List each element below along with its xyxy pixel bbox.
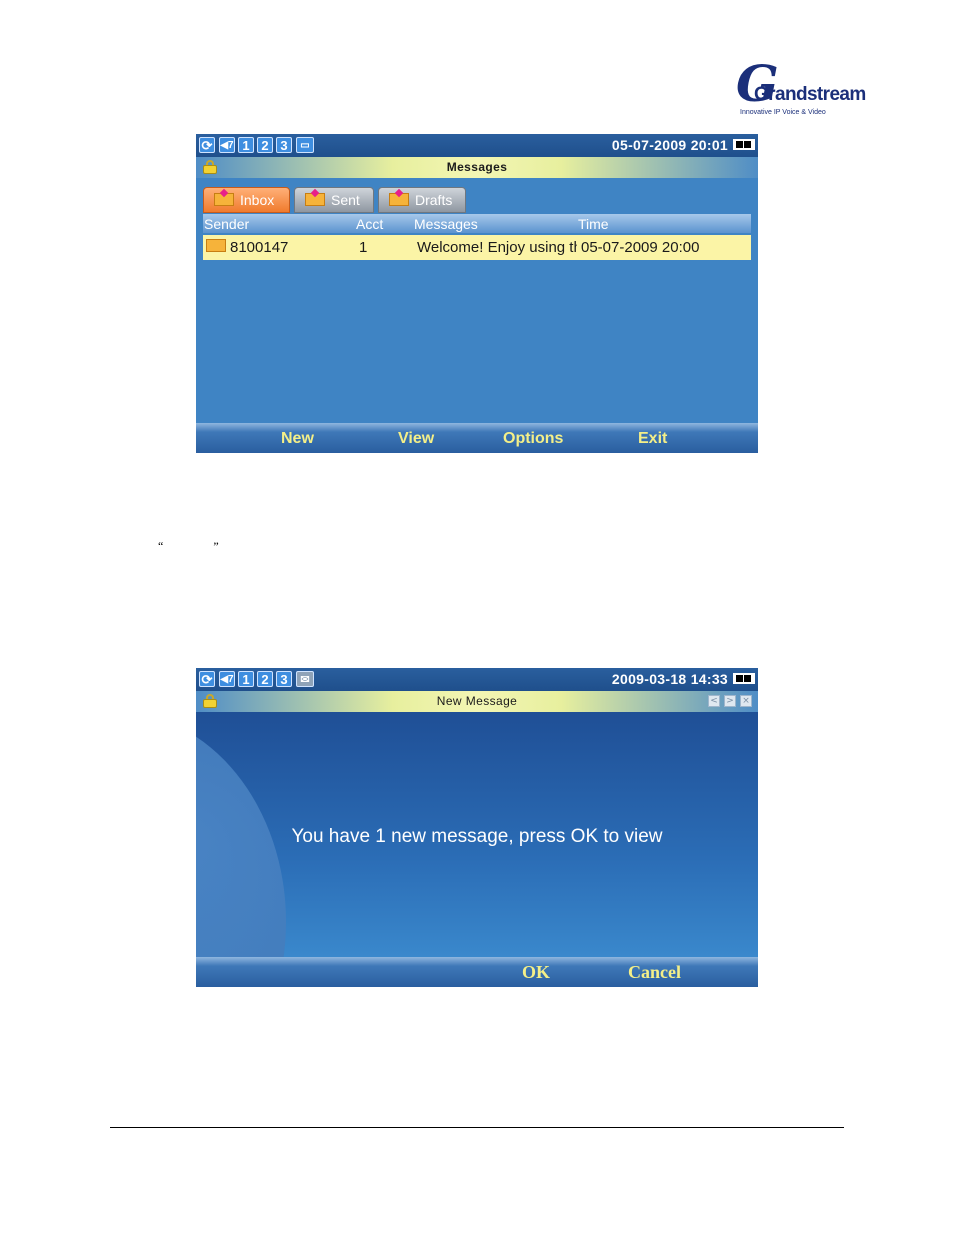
sent-envelope-icon bbox=[305, 193, 325, 206]
refresh-icon: ⟳ bbox=[199, 137, 215, 153]
status-datetime: 2009-03-18 14:33 bbox=[611, 671, 728, 687]
status-datetime: 05-07-2009 20:01 bbox=[611, 137, 728, 153]
softkey-exit[interactable]: Exit bbox=[638, 430, 667, 448]
softkey-cancel[interactable]: Cancel bbox=[628, 962, 681, 983]
account-2-icon[interactable]: 2 bbox=[257, 137, 273, 153]
volume-icon: ◀7 bbox=[219, 671, 235, 687]
softkey-options[interactable]: Options bbox=[503, 430, 563, 448]
title-bar: Messages bbox=[196, 157, 758, 178]
folder-icon: ▭ bbox=[296, 137, 314, 153]
status-bar: ⟳ ◀7 1 2 3 ▭ 05-07-2009 20:01 bbox=[196, 134, 758, 157]
tab-drafts[interactable]: Drafts bbox=[378, 187, 466, 213]
prev-icon[interactable]: < bbox=[708, 695, 720, 707]
grandstream-logo: G Grandstream Innovative IP Voice & Vide… bbox=[734, 54, 866, 120]
column-time: Time bbox=[578, 216, 609, 232]
logo-brand: Grandstream bbox=[754, 84, 866, 105]
column-messages: Messages bbox=[414, 216, 478, 232]
tab-label: Inbox bbox=[240, 192, 275, 208]
tab-inbox[interactable]: Inbox bbox=[203, 187, 290, 213]
table-row[interactable]: 8100147 1 Welcome! Enjoy using th 05-07-… bbox=[203, 235, 751, 260]
messages-screen: ⟳ ◀7 1 2 3 ▭ 05-07-2009 20:01 Messages I… bbox=[196, 134, 758, 453]
column-sender: Sender bbox=[204, 216, 250, 232]
column-acct: Acct bbox=[356, 216, 384, 232]
account-1-icon[interactable]: 1 bbox=[238, 671, 254, 687]
softkey-view[interactable]: View bbox=[398, 430, 434, 448]
page-title: Messages bbox=[446, 160, 508, 174]
account-1-icon[interactable]: 1 bbox=[238, 137, 254, 153]
account-3-icon[interactable]: 3 bbox=[276, 137, 292, 153]
tab-sent[interactable]: Sent bbox=[294, 187, 374, 213]
tab-label: Sent bbox=[331, 192, 360, 208]
account-3-icon[interactable]: 3 bbox=[276, 671, 292, 687]
drafts-envelope-icon bbox=[389, 193, 409, 206]
softkey-bar: OK Cancel bbox=[196, 957, 758, 987]
close-quote: ” bbox=[213, 539, 219, 553]
title-bar: New Message < > × bbox=[196, 691, 758, 712]
tab-label: Drafts bbox=[415, 192, 453, 208]
mail-icon: ✉ bbox=[296, 671, 314, 687]
new-message-screen: ⟳ ◀7 1 2 3 ✉ 2009-03-18 14:33 New Messag… bbox=[196, 668, 758, 987]
row-message: Welcome! Enjoy using th bbox=[417, 239, 577, 256]
refresh-icon: ⟳ bbox=[199, 671, 215, 687]
close-icon[interactable]: × bbox=[740, 695, 752, 707]
next-icon[interactable]: > bbox=[724, 695, 736, 707]
quoted-text: “” bbox=[158, 539, 269, 554]
logo-tagline: Innovative IP Voice & Video bbox=[740, 109, 826, 116]
page-title: New Message bbox=[436, 694, 518, 708]
inbox-envelope-icon bbox=[214, 193, 234, 206]
battery-icon bbox=[733, 139, 755, 150]
status-bar: ⟳ ◀7 1 2 3 ✉ 2009-03-18 14:33 bbox=[196, 668, 758, 691]
volume-icon: ◀7 bbox=[219, 137, 235, 153]
row-time: 05-07-2009 20:00 bbox=[581, 239, 700, 256]
open-quote: “ bbox=[158, 539, 164, 553]
battery-icon bbox=[733, 673, 755, 684]
table-header: Sender Acct Messages Time bbox=[203, 214, 751, 233]
account-2-icon[interactable]: 2 bbox=[257, 671, 273, 687]
softkey-bar: New View Options Exit bbox=[196, 423, 758, 453]
softkey-ok[interactable]: OK bbox=[522, 962, 550, 983]
footer-divider bbox=[110, 1127, 844, 1128]
envelope-icon bbox=[206, 239, 226, 252]
new-message-notice: You have 1 new message, press OK to view bbox=[291, 826, 663, 847]
row-sender: 8100147 bbox=[230, 239, 289, 256]
row-acct: 1 bbox=[359, 239, 368, 256]
softkey-new[interactable]: New bbox=[281, 430, 314, 448]
